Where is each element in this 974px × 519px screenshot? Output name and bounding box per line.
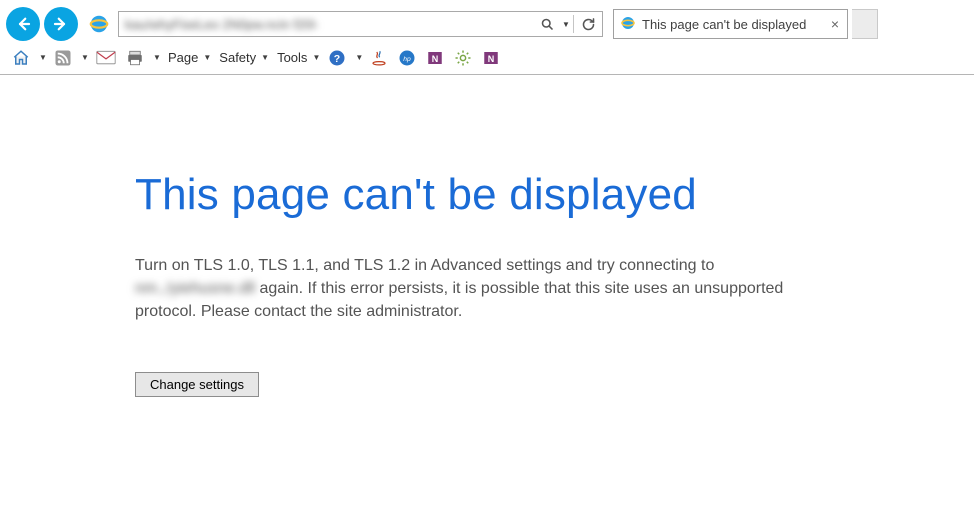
change-settings-button[interactable]: Change settings: [135, 372, 259, 397]
error-body-pre: Turn on TLS 1.0, TLS 1.1, and TLS 1.2 in…: [135, 257, 714, 274]
home-dropdown[interactable]: ▼: [38, 47, 46, 69]
hp-icon[interactable]: hp: [396, 47, 418, 69]
command-bar: ▼ ▼ ▼ Page▼ Safety▼ Tools▼ ? ▼ hp: [0, 44, 974, 74]
error-body: Turn on TLS 1.0, TLS 1.1, and TLS 1.2 in…: [135, 254, 790, 324]
tab-ie-icon: [620, 15, 636, 34]
back-button[interactable]: [6, 7, 40, 41]
menu-page[interactable]: Page▼: [166, 50, 211, 65]
feeds-dropdown[interactable]: ▼: [80, 47, 88, 69]
svg-text:N: N: [488, 53, 495, 63]
address-bar[interactable]: kau/whyFiseLeo 2N0pw.ncin f20l- ▼: [118, 11, 603, 37]
address-text: kau/whyFiseLeo 2N0pw.ncin f20l-: [125, 17, 535, 32]
svg-text:N: N: [432, 53, 439, 63]
tab-title: This page can't be displayed: [642, 17, 823, 32]
error-heading: This page can't be displayed: [135, 170, 790, 220]
menu-tools[interactable]: Tools▼: [275, 50, 320, 65]
search-icon[interactable]: [537, 14, 557, 34]
arrow-left-icon: [14, 15, 32, 33]
arrow-right-icon: [52, 15, 70, 33]
onenote-send-icon[interactable]: N: [480, 47, 502, 69]
navigation-row: kau/whyFiseLeo 2N0pw.ncin f20l- ▼ This p…: [0, 0, 974, 44]
tab-close-icon[interactable]: ×: [829, 16, 841, 32]
forward-button[interactable]: [44, 7, 78, 41]
error-page: This page can't be displayed Turn on TLS…: [0, 75, 790, 397]
search-dropdown-icon[interactable]: ▼: [559, 14, 571, 34]
help-dropdown[interactable]: ▼: [354, 47, 362, 69]
svg-text:?: ?: [334, 52, 340, 64]
settings-gear-icon[interactable]: [452, 47, 474, 69]
new-tab-button[interactable]: [852, 9, 878, 39]
java-icon[interactable]: [368, 47, 390, 69]
print-icon[interactable]: [124, 47, 146, 69]
home-icon[interactable]: [10, 47, 32, 69]
ie-logo-icon: [88, 13, 110, 35]
error-body-host: nm.,/yiehusne.dll: [135, 280, 255, 297]
print-dropdown[interactable]: ▼: [152, 47, 160, 69]
onenote-linked-icon[interactable]: N: [424, 47, 446, 69]
feeds-icon[interactable]: [52, 47, 74, 69]
separator: [573, 15, 574, 33]
help-icon[interactable]: ?: [326, 47, 348, 69]
refresh-icon[interactable]: [578, 14, 598, 34]
menu-safety[interactable]: Safety▼: [217, 50, 269, 65]
browser-tab[interactable]: This page can't be displayed ×: [613, 9, 848, 39]
svg-text:hp: hp: [404, 56, 412, 63]
mail-icon[interactable]: [94, 47, 118, 69]
